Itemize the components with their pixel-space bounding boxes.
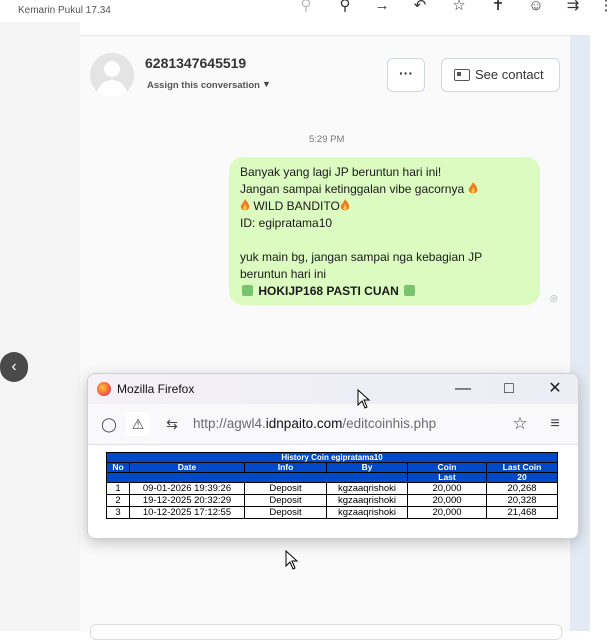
message-line: beruntun hari ini <box>240 267 327 281</box>
cell-by: kgzaaqrishoki <box>326 506 408 519</box>
header-by: By <box>326 462 408 473</box>
firefox-window: Mozilla Firefox — □ ✕ ◯ ⚠ ⇆ http://agwl4… <box>87 373 579 539</box>
message-line: yuk main bg, jangan sampai nga kebagian … <box>240 250 483 264</box>
right-sidebar-strip <box>570 35 590 631</box>
cell-by: kgzaaqrishoki <box>326 494 408 507</box>
cell-date: 19-12-2025 20:32:29 <box>129 494 245 507</box>
cell-info: Deposit <box>244 506 327 519</box>
permissions-icon[interactable]: ⇆ <box>160 412 184 436</box>
window-title: Mozilla Firefox <box>117 382 195 396</box>
shield-icon[interactable]: ◯ <box>97 412 121 436</box>
cell-no: 1 <box>106 482 130 495</box>
avatar-body-shape <box>97 80 127 97</box>
firefox-logo-icon <box>97 382 111 396</box>
fire-emoji-icon <box>240 199 250 211</box>
message-text: HOKIJP168 PASTI CUAN <box>258 284 399 298</box>
menu-icon[interactable]: ≡ <box>543 412 567 436</box>
zoom-icon[interactable]: ⚲ <box>296 0 316 16</box>
message-text: Banyak yang lagi JP beruntun hari ini! <box>240 165 442 179</box>
header-coin: Coin <box>407 462 487 473</box>
message-time: 5:29 PM <box>309 134 345 145</box>
cell-info: Deposit <box>244 482 327 495</box>
table-caption: History Coin egipratama10 <box>106 452 558 463</box>
cell-no: 3 <box>106 506 130 519</box>
emoji-icon[interactable]: ☺ <box>526 0 546 16</box>
star-icon[interactable]: ☆ <box>449 0 469 16</box>
page-content: History Coin egipratama10 No Date Info B… <box>88 445 578 538</box>
message-text: WILD BANDITO <box>253 199 340 213</box>
far-right-panel <box>590 35 610 631</box>
cell-last-coin: 21,468 <box>486 506 558 519</box>
header-last-coin: Last Coin <box>486 462 558 473</box>
history-coin-table: History Coin egipratama10 No Date Info B… <box>106 452 558 519</box>
fire-emoji-icon <box>340 199 350 211</box>
close-icon[interactable]: ✕ <box>540 377 570 401</box>
more-options-button[interactable]: ··· <box>387 58 425 92</box>
header-info: Info <box>244 462 327 473</box>
contact-number: 6281347645519 <box>145 55 247 71</box>
pin-icon[interactable]: ✝ <box>488 0 508 16</box>
message-text: Jangan sampai ketinggalan vibe gacornya <box>240 182 465 196</box>
firefox-navbar: ◯ ⚠ ⇆ http://agwl4.idnpaito.com/editcoin… <box>88 404 578 445</box>
message-line: HOKIJP168 PASTI CUAN <box>240 284 417 298</box>
url-bar[interactable]: http://agwl4.idnpaito.com/editcoinhis.ph… <box>193 416 436 431</box>
mouse-cursor-icon <box>357 389 371 409</box>
search-icon[interactable]: ⚲ <box>335 0 355 16</box>
cell-date: 10-12-2025 17:12:55 <box>129 506 245 519</box>
message-composer[interactable] <box>90 624 562 640</box>
cell-coin: 20,000 <box>407 506 487 519</box>
chat-panel <box>80 35 570 632</box>
see-contact-label: See contact <box>475 67 544 82</box>
assign-conversation-dropdown[interactable]: Assign this conversation <box>147 80 260 91</box>
collapse-chevron-icon[interactable]: ‹ <box>0 352 28 382</box>
table-row: 2 19-12-2025 20:32:29 Deposit kgzaaqrish… <box>106 494 558 507</box>
fire-emoji-icon <box>468 182 477 194</box>
cell-by: kgzaaqrishoki <box>326 482 408 495</box>
message-line: Jangan sampai ketinggalan vibe gacornya <box>240 182 478 196</box>
cell-coin: 20,000 <box>407 482 487 495</box>
message-timestamp: Kemarin Pukul 17.34 <box>18 5 111 16</box>
subrow-last-coin: 20 <box>486 472 558 483</box>
cell-info: Deposit <box>244 494 327 507</box>
contact-card-icon <box>454 69 470 81</box>
slot-emoji-icon <box>242 285 253 296</box>
url-path: /editcoinhis.php <box>342 416 437 431</box>
subrow-coin: Last <box>407 472 487 483</box>
url-domain: idnpaito.com <box>265 416 343 431</box>
table-row: 3 10-12-2025 17:12:55 Deposit kgzaaqrish… <box>106 506 558 519</box>
contact-avatar[interactable] <box>90 53 134 97</box>
table-row: 1 09-01-2026 19:39:26 Deposit kgzaaqrish… <box>106 482 558 495</box>
message-line: ID: egipratama10 <box>240 216 333 230</box>
reply-icon[interactable]: ↶ <box>410 0 430 16</box>
notification-blocked-icon[interactable]: ⚠ <box>126 412 150 436</box>
maximize-icon[interactable]: □ <box>494 377 524 401</box>
message-bubble: Banyak yang lagi JP beruntun hari ini! J… <box>229 157 540 305</box>
subrow-spacer <box>106 472 408 483</box>
header-no: No <box>106 462 130 473</box>
reply-all-icon[interactable]: ⇉ <box>563 0 583 16</box>
minimize-icon[interactable]: — <box>448 377 478 401</box>
cell-last-coin: 20,268 <box>486 482 558 495</box>
read-status-icon: ◎ <box>550 293 558 303</box>
cell-no: 2 <box>106 494 130 507</box>
more-vertical-icon[interactable]: ⋮ <box>596 0 610 16</box>
firefox-titlebar[interactable]: Mozilla Firefox — □ ✕ <box>88 374 578 404</box>
url-prefix: http://agwl4. <box>193 416 266 431</box>
caret-down-icon[interactable]: ▼ <box>262 79 271 89</box>
cell-last-coin: 20,328 <box>486 494 558 507</box>
slot-emoji-icon <box>404 285 416 296</box>
see-contact-button[interactable]: See contact <box>441 58 560 92</box>
cell-coin: 20,000 <box>407 494 487 507</box>
bookmark-star-icon[interactable]: ☆ <box>508 412 532 436</box>
cell-date: 09-01-2026 19:39:26 <box>129 482 245 495</box>
header-date: Date <box>129 462 245 473</box>
message-line: Banyak yang lagi JP beruntun hari ini! <box>240 165 441 179</box>
left-gutter <box>0 22 80 631</box>
message-line: WILD BANDITO <box>240 199 350 213</box>
mouse-cursor-icon <box>285 550 299 570</box>
forward-icon[interactable]: → <box>372 0 392 16</box>
avatar-head-shape <box>104 61 120 77</box>
